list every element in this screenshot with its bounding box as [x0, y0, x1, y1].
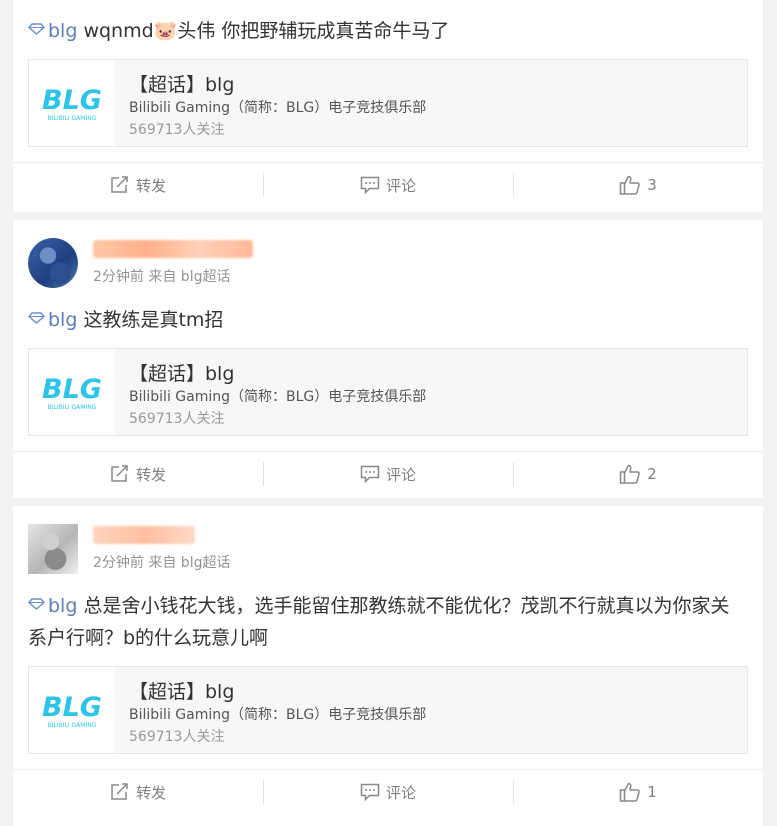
avatar[interactable] — [28, 238, 78, 288]
topic-tag-link[interactable]: blg — [48, 20, 77, 42]
comment-button[interactable]: 评论 — [263, 163, 513, 207]
comment-label: 评论 — [385, 465, 416, 484]
post-text-part: wqnmd — [77, 20, 154, 42]
post-header: 2分钟前 来自 blg超话 — [13, 220, 763, 292]
post-header: 2分钟前 来自 blg超话 — [13, 506, 763, 578]
blg-logo-icon: BLG BILIBILI GAMING — [29, 60, 115, 146]
comment-icon — [360, 176, 380, 194]
blg-logo-icon: BLG BILIBILI GAMING — [29, 349, 115, 435]
topic-title: 【超话】blg — [129, 363, 235, 385]
post-text: blg 这教练是真tm招 — [13, 304, 763, 336]
post-actions: 转发 评论 2 — [13, 451, 763, 496]
avatar[interactable] — [28, 524, 78, 574]
comment-label: 评论 — [385, 176, 416, 195]
blg-logo-icon: BLG BILIBILI GAMING — [29, 667, 115, 753]
topic-description: Bilibili Gaming（简称：BLG）电子竞技俱乐部 — [129, 707, 427, 723]
logo-text: BLG — [42, 692, 102, 723]
repost-button[interactable]: 转发 — [13, 452, 263, 496]
super-topic-diamond-icon — [28, 23, 45, 35]
repost-icon — [111, 465, 128, 482]
like-count: 3 — [647, 176, 657, 194]
post-header-cutoff — [13, 0, 763, 15]
like-count: 2 — [647, 465, 657, 483]
like-button[interactable]: 1 — [513, 770, 763, 814]
logo-subtext: BILIBILI GAMING — [48, 404, 97, 411]
topic-title: 【超话】blg — [129, 681, 235, 703]
topic-title: 【超话】blg — [129, 74, 235, 96]
username-blurred[interactable] — [93, 526, 195, 544]
post-actions: 转发 评论 1 — [13, 769, 763, 814]
topic-description: Bilibili Gaming（简称：BLG）电子竞技俱乐部 — [129, 100, 427, 116]
comment-icon — [360, 783, 380, 801]
post-text-part: 头伟 你把野辅玩成真苦命牛马了 — [177, 20, 450, 42]
post-meta: 2分钟前 来自 blg超话 — [93, 269, 231, 285]
topic-followers: 569713人关注 — [129, 122, 225, 138]
topic-followers: 569713人关注 — [129, 411, 225, 427]
topic-tag-link[interactable]: blg — [48, 595, 77, 617]
like-button[interactable]: 2 — [513, 452, 763, 496]
comment-button[interactable]: 评论 — [263, 770, 513, 814]
topic-description: Bilibili Gaming（简称：BLG）电子竞技俱乐部 — [129, 389, 427, 405]
repost-button[interactable]: 转发 — [13, 163, 263, 207]
thumbs-up-icon — [619, 782, 641, 802]
comment-button[interactable]: 评论 — [263, 452, 513, 496]
logo-subtext: BILIBILI GAMING — [48, 722, 97, 729]
super-topic-diamond-icon — [28, 312, 45, 324]
logo-text: BLG — [42, 85, 102, 116]
post-text: blg 总是舍小钱花大钱，选手能留住那教练就不能优化？茂凯不行就真以为你家关系户… — [13, 590, 763, 654]
repost-label: 转发 — [135, 783, 166, 802]
thumbs-up-icon — [619, 175, 641, 195]
super-topic-card[interactable]: BLG BILIBILI GAMING 【超话】blg Bilibili Gam… — [28, 59, 748, 147]
like-count: 1 — [647, 783, 657, 801]
post-card: 2分钟前 来自 blg超话 blg 总是舍小钱花大钱，选手能留住那教练就不能优化… — [13, 506, 763, 826]
post-card: blg wqnmd🐷头伟 你把野辅玩成真苦命牛马了 BLG BILIBILI G… — [13, 0, 763, 212]
logo-text: BLG — [42, 374, 102, 405]
thumbs-up-icon — [619, 464, 641, 484]
username-blurred[interactable] — [93, 240, 253, 258]
topic-followers: 569713人关注 — [129, 729, 225, 745]
pig-emoji-icon: 🐷 — [153, 20, 178, 42]
post-meta: 2分钟前 来自 blg超话 — [93, 555, 231, 571]
comment-label: 评论 — [385, 783, 416, 802]
repost-icon — [111, 783, 128, 800]
repost-label: 转发 — [135, 465, 166, 484]
post-text-part: 这教练是真tm招 — [77, 309, 224, 331]
post-text-part: 总是舍小钱花大钱，选手能留住那教练就不能优化？茂凯不行就真以为你家关系户行啊？b… — [28, 595, 730, 649]
repost-label: 转发 — [135, 176, 166, 195]
post-actions: 转发 评论 3 — [13, 162, 763, 207]
super-topic-card[interactable]: BLG BILIBILI GAMING 【超话】blg Bilibili Gam… — [28, 666, 748, 754]
like-button[interactable]: 3 — [513, 163, 763, 207]
post-text: blg wqnmd🐷头伟 你把野辅玩成真苦命牛马了 — [13, 15, 763, 47]
super-topic-diamond-icon — [28, 598, 45, 610]
repost-icon — [111, 176, 128, 193]
super-topic-card[interactable]: BLG BILIBILI GAMING 【超话】blg Bilibili Gam… — [28, 348, 748, 436]
comment-icon — [360, 465, 380, 483]
repost-button[interactable]: 转发 — [13, 770, 263, 814]
topic-tag-link[interactable]: blg — [48, 309, 77, 331]
logo-subtext: BILIBILI GAMING — [48, 115, 97, 122]
post-card: 2分钟前 来自 blg超话 blg 这教练是真tm招 BLG BILIBILI … — [13, 220, 763, 498]
